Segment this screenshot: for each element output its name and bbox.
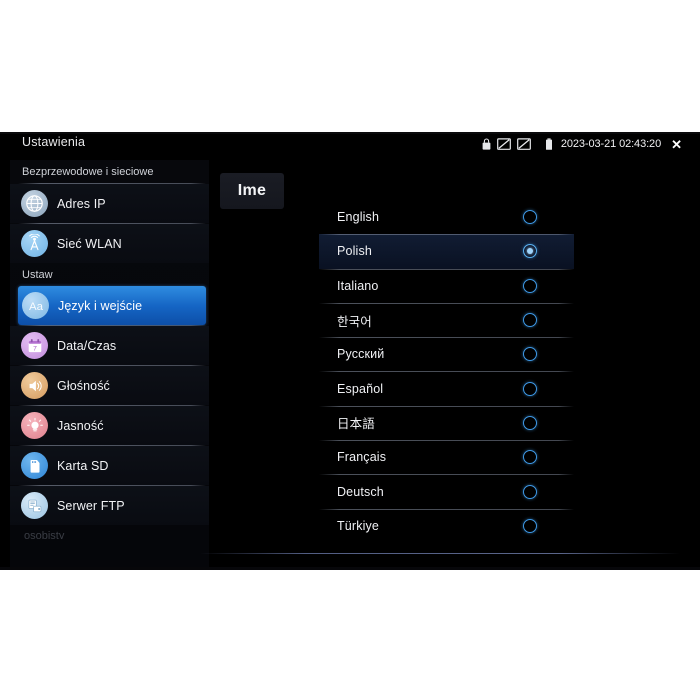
sidebar-item-jasnosc[interactable]: Jasność (10, 406, 209, 445)
list-item[interactable]: 한국어 (319, 302, 574, 337)
language-radio[interactable] (523, 381, 537, 396)
language-radio[interactable] (523, 244, 537, 259)
divider (319, 371, 574, 373)
language-radio[interactable] (523, 450, 537, 465)
divider (319, 268, 574, 270)
divider (319, 302, 574, 304)
language-radio[interactable] (523, 415, 537, 430)
language-radio[interactable] (523, 518, 537, 533)
language-label: Polish (337, 244, 372, 259)
sidebar-item-label: Język i wejście (58, 298, 143, 313)
page-title: Ustawienia (22, 135, 86, 149)
list-item[interactable]: Español (319, 371, 574, 405)
divider (319, 508, 574, 510)
language-label: Español (337, 381, 384, 396)
sidebar-section-header: Ustaw (22, 269, 53, 281)
svg-text:7: 7 (33, 345, 37, 352)
language-label: Türkiye (337, 518, 380, 533)
globe-icon (21, 190, 48, 217)
divider (319, 337, 574, 339)
page-root: Ustawienia 2023-03-21 02:43:20 ✕ Bezprze… (0, 0, 700, 700)
divider (319, 234, 574, 236)
screen-off-icon (496, 137, 511, 150)
sidebar-item-label: Adres IP (57, 196, 106, 211)
list-item[interactable]: English (319, 200, 574, 234)
sidebar-item-siec-wlan[interactable]: Sieć WLAN (10, 224, 209, 263)
language-label: Français (337, 450, 387, 465)
divider (319, 474, 574, 476)
lock-icon (482, 138, 491, 150)
sidebar-item-label: Karta SD (57, 458, 109, 473)
top-bar: Ustawienia 2023-03-21 02:43:20 ✕ (0, 132, 700, 158)
language-label: English (337, 210, 380, 225)
sidebar-item-adres-ip[interactable]: Adres IP (10, 184, 209, 223)
sidebar-item-jezyk-i-wejscie[interactable]: Aa Język i wejście (18, 286, 206, 325)
list-item[interactable]: Italiano (319, 268, 574, 303)
speaker-icon (21, 372, 48, 399)
server-icon (21, 492, 48, 519)
sidebar-item-label: Serwer FTP (57, 498, 125, 513)
status-bar: 2023-03-21 02:43:20 ✕ (482, 136, 682, 152)
language-label: Русский (337, 347, 385, 362)
screen-glare (200, 553, 680, 554)
language-aa-icon: Aa (22, 292, 49, 319)
list-item[interactable]: Deutsch (319, 474, 574, 508)
sidebar-item-label: Głośność (57, 378, 110, 393)
sd-card-icon (21, 452, 48, 479)
status-timestamp: 2023-03-21 02:43:20 (560, 138, 662, 150)
sidebar-item-karta-sd[interactable]: Karta SD (10, 446, 209, 485)
divider (319, 440, 574, 442)
sidebar-item-label: Jasność (57, 418, 104, 433)
divider (319, 405, 574, 407)
wifi-tower-icon (21, 230, 48, 257)
sidebar-item-data-czas[interactable]: 7 Data/Czas (10, 326, 209, 365)
close-icon[interactable]: ✕ (671, 138, 682, 151)
sidebar-item-glosnosc[interactable]: Głośność (10, 366, 209, 405)
list-item[interactable]: Polish (319, 234, 574, 269)
sidebar-item-serwer-ftp[interactable]: Serwer FTP (10, 486, 209, 525)
language-radio[interactable] (523, 278, 537, 293)
language-label: 日本語 (337, 417, 375, 432)
list-item[interactable]: Русский (319, 337, 574, 371)
language-radio[interactable] (523, 347, 537, 362)
battery-icon (545, 137, 552, 150)
language-radio[interactable] (523, 313, 537, 328)
svg-text:Aa: Aa (29, 301, 44, 313)
screen-bottom-edge (0, 567, 700, 570)
language-radio[interactable] (523, 210, 537, 225)
brightness-bulb-icon (21, 412, 48, 439)
language-label: 한국어 (337, 314, 372, 329)
list-item[interactable]: Türkiye (319, 508, 574, 543)
language-radio[interactable] (523, 484, 537, 499)
language-list[interactable]: English Polish Italiano 한국어 Русский Espa… (319, 200, 574, 543)
tab-ime-label: Ime (237, 182, 267, 199)
sidebar-item-label: Data/Czas (57, 338, 117, 353)
device-screen: Ustawienia 2023-03-21 02:43:20 ✕ Bezprze… (0, 132, 700, 570)
calendar-icon: 7 (21, 332, 48, 359)
list-item[interactable]: 日本語 (319, 405, 574, 440)
sidebar-item-label: Sieć WLAN (57, 236, 122, 251)
list-item[interactable]: Français (319, 440, 574, 474)
tab-ime[interactable]: Ime (220, 173, 284, 209)
sidebar-item-truncated[interactable]: osobisty (10, 525, 209, 539)
language-label: Deutsch (337, 484, 384, 499)
sidebar-section-header: Bezprzewodowe i sieciowe (22, 166, 154, 178)
screen-off-icon (516, 137, 531, 150)
settings-sidebar[interactable]: Bezprzewodowe i sieciowe Adres IP Sieć W… (10, 160, 209, 568)
language-label: Italiano (337, 278, 379, 293)
main-panel: Ime English Polish Italiano 한국어 Русский … (209, 160, 700, 568)
